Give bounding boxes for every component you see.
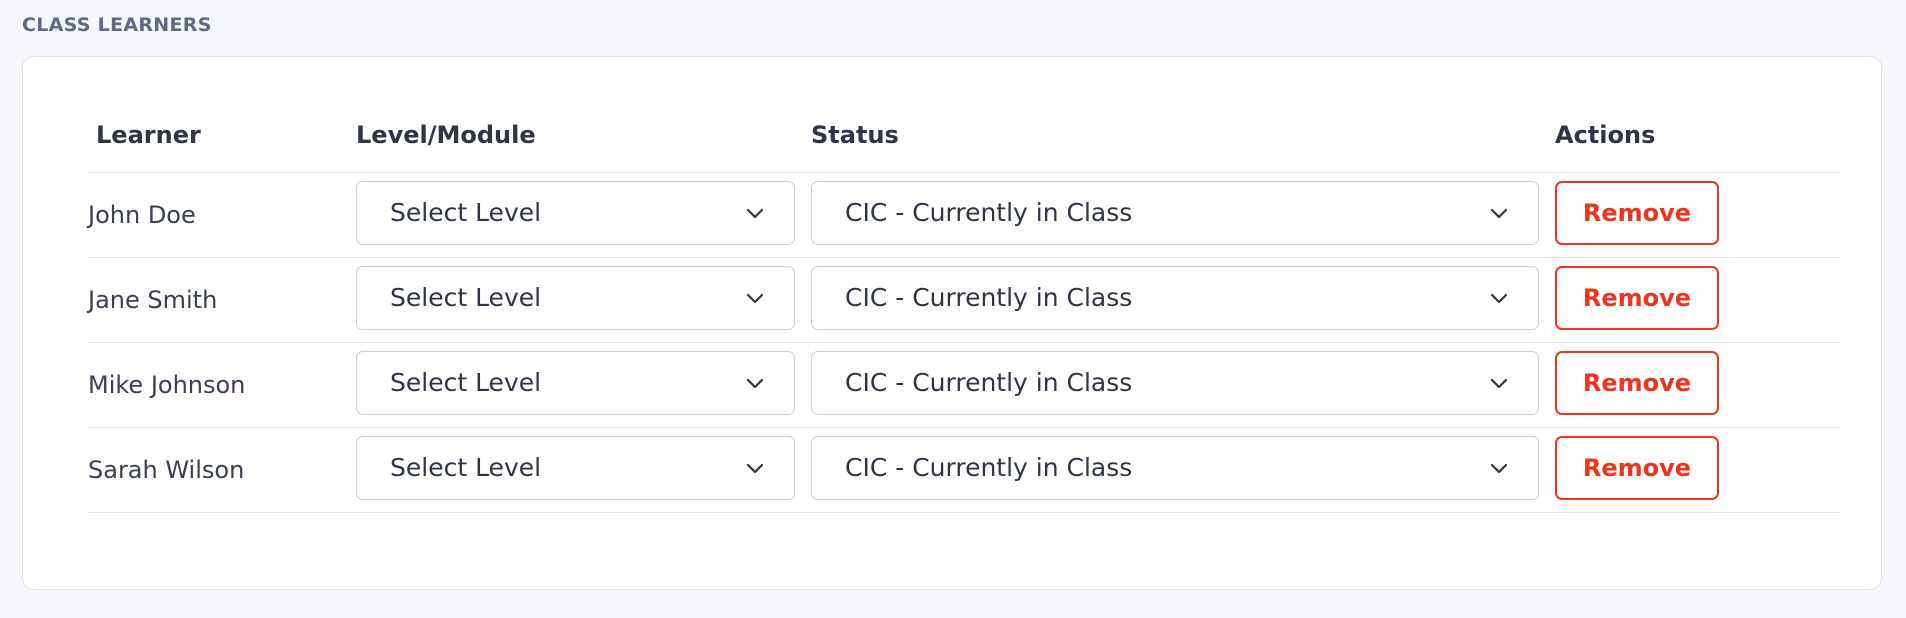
remove-button[interactable]: Remove — [1555, 266, 1719, 330]
learners-card: Learner Level/Module Status Actions John… — [22, 56, 1882, 590]
header-status: Status — [811, 121, 899, 149]
status-select[interactable]: CIC - Currently in Class — [811, 436, 1539, 500]
remove-button[interactable]: Remove — [1555, 181, 1719, 245]
remove-button[interactable]: Remove — [1555, 436, 1719, 500]
table-row: Sarah Wilson Select Level CIC - Currentl… — [88, 428, 1841, 513]
chevron-down-icon — [1490, 293, 1508, 304]
learner-name: Jane Smith — [88, 286, 218, 314]
chevron-down-icon — [1490, 378, 1508, 389]
chevron-down-icon — [746, 378, 764, 389]
chevron-down-icon — [746, 208, 764, 219]
table-row: Mike Johnson Select Level CIC - Currentl… — [88, 343, 1841, 428]
status-select-value: CIC - Currently in Class — [845, 198, 1133, 227]
section-title: CLASS LEARNERS — [22, 14, 212, 36]
status-select-value: CIC - Currently in Class — [845, 368, 1133, 397]
level-select[interactable]: Select Level — [356, 351, 795, 415]
status-select-value: CIC - Currently in Class — [845, 283, 1133, 312]
learner-name: Sarah Wilson — [88, 456, 245, 484]
chevron-down-icon — [1490, 208, 1508, 219]
header-learner: Learner — [96, 121, 201, 149]
status-select[interactable]: CIC - Currently in Class — [811, 181, 1539, 245]
table-row: Jane Smith Select Level CIC - Currently … — [88, 258, 1841, 343]
chevron-down-icon — [746, 463, 764, 474]
level-select[interactable]: Select Level — [356, 181, 795, 245]
table-header: Learner Level/Module Status Actions — [88, 57, 1841, 173]
header-actions: Actions — [1555, 121, 1656, 149]
level-select-value: Select Level — [390, 283, 542, 312]
level-select-value: Select Level — [390, 198, 542, 227]
status-select-value: CIC - Currently in Class — [845, 453, 1133, 482]
level-select-value: Select Level — [390, 453, 542, 482]
remove-button[interactable]: Remove — [1555, 351, 1719, 415]
header-level-module: Level/Module — [356, 121, 536, 149]
status-select[interactable]: CIC - Currently in Class — [811, 266, 1539, 330]
chevron-down-icon — [746, 293, 764, 304]
level-select[interactable]: Select Level — [356, 266, 795, 330]
level-select[interactable]: Select Level — [356, 436, 795, 500]
learners-table: Learner Level/Module Status Actions John… — [88, 57, 1841, 513]
learner-name: Mike Johnson — [88, 371, 246, 399]
status-select[interactable]: CIC - Currently in Class — [811, 351, 1539, 415]
level-select-value: Select Level — [390, 368, 542, 397]
chevron-down-icon — [1490, 463, 1508, 474]
table-row: John Doe Select Level CIC - Currently in… — [88, 173, 1841, 258]
learner-name: John Doe — [88, 201, 196, 229]
